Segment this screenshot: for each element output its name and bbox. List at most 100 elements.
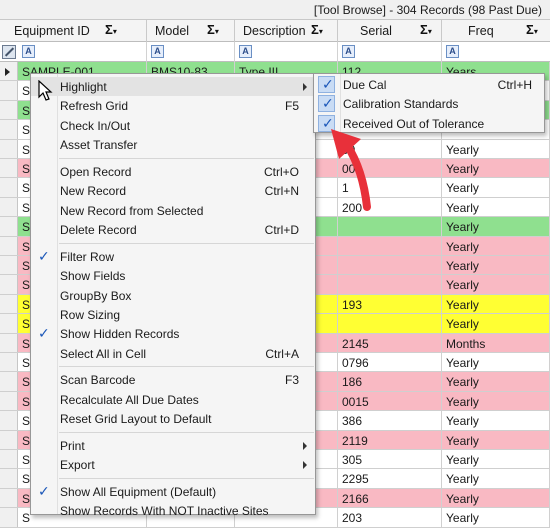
row-selector[interactable] [0,353,18,372]
filter-text-icon[interactable]: A [22,45,35,58]
row-selector[interactable] [0,178,18,197]
menu-item-check-in-out[interactable]: Check In/Out [31,116,315,135]
table-cell-freq[interactable]: Yearly [442,391,550,411]
menu-item-groupby-box[interactable]: GroupBy Box [31,286,315,305]
row-selector[interactable] [0,314,18,333]
menu-item-highlight[interactable]: Highlight [31,77,315,96]
row-selector[interactable] [0,430,18,449]
table-cell-freq[interactable]: Yearly [442,159,550,178]
filter-cell-description[interactable]: A [235,42,338,62]
filter-text-icon[interactable]: A [239,45,252,58]
table-cell-serial[interactable]: 193 [338,294,442,314]
row-selector[interactable] [0,159,18,178]
row-selector[interactable] [0,120,18,139]
row-selector[interactable] [0,197,18,217]
menu-item-new-record[interactable]: New Record Ctrl+N [31,181,315,200]
filter-cell-serial[interactable]: A [338,42,442,62]
summary-icon[interactable]: Σ▾ [105,22,117,37]
table-cell-serial[interactable]: 0015 [338,391,442,411]
table-cell-freq[interactable]: Yearly [442,139,550,158]
menu-item-show-records-with-not-inactive-sites[interactable]: Show Records With NOT Inactive Sites [31,501,315,520]
table-cell-freq[interactable]: Yearly [442,469,550,488]
row-selector[interactable] [0,391,18,411]
menu-item-reset-grid-layout-to-default[interactable]: Reset Grid Layout to Default [31,409,315,428]
menu-item-scan-barcode[interactable]: Scan Barcode F3 [31,370,315,389]
table-cell-serial[interactable]: 186 [338,372,442,391]
row-selector[interactable] [0,508,18,527]
menu-item-print[interactable]: Print [31,436,315,455]
table-cell-freq[interactable]: Yearly [442,488,550,508]
menu-item-open-record[interactable]: Open Record Ctrl+O [31,162,315,181]
summary-icon[interactable]: Σ▾ [420,22,432,37]
table-cell-serial[interactable]: 2295 [338,469,442,488]
submenu-item-due-cal[interactable]: ✓ Due Cal Ctrl+H [314,75,544,94]
table-cell-freq[interactable]: Yearly [442,508,550,527]
row-selector[interactable] [0,450,18,469]
row-selector[interactable] [0,275,18,294]
table-cell-freq[interactable]: Yearly [442,430,550,449]
summary-icon[interactable]: Σ▾ [311,22,323,37]
menu-item-new-record-from-selected[interactable]: New Record from Selected [31,201,315,220]
row-selector[interactable] [0,294,18,314]
row-selector[interactable] [0,100,18,120]
column-header-equipment-id[interactable]: Equipment ID Σ▾ [0,20,147,42]
row-selector[interactable] [0,372,18,391]
row-selector[interactable] [0,256,18,275]
table-cell-freq[interactable]: Yearly [442,217,550,236]
menu-item-show-fields[interactable]: Show Fields [31,266,315,285]
summary-icon[interactable]: Σ▾ [526,22,538,37]
table-cell-freq[interactable]: Yearly [442,275,550,294]
table-cell-serial[interactable]: 0796 [338,353,442,372]
table-cell-freq[interactable]: Yearly [442,294,550,314]
menu-item-select-all-in-cell[interactable]: Select All in Cell Ctrl+A [31,344,315,363]
row-selector[interactable] [0,411,18,430]
table-cell-serial[interactable] [338,275,442,294]
row-selector[interactable] [0,236,18,255]
table-cell-serial[interactable]: 2119 [338,430,442,449]
table-cell-freq[interactable]: Months [442,333,550,352]
table-cell-freq[interactable]: Yearly [442,178,550,197]
row-selector[interactable] [0,488,18,508]
menu-item-filter-row[interactable]: ✓ Filter Row [31,247,315,266]
row-selector[interactable] [0,469,18,488]
filter-cell-model[interactable]: A [147,42,235,62]
table-cell-freq[interactable]: Yearly [442,450,550,469]
table-cell-serial[interactable] [338,314,442,333]
filter-text-icon[interactable]: A [151,45,164,58]
menu-item-delete-record[interactable]: Delete Record Ctrl+D [31,220,315,239]
table-cell-serial[interactable] [338,256,442,275]
filter-text-icon[interactable]: A [342,45,355,58]
clear-filter-icon[interactable] [2,45,16,59]
table-cell-serial[interactable] [338,217,442,236]
table-cell-freq[interactable]: Yearly [442,314,550,333]
table-cell-freq[interactable]: Yearly [442,197,550,217]
menu-item-row-sizing[interactable]: Row Sizing [31,305,315,324]
menu-item-export[interactable]: Export [31,455,315,474]
row-selector[interactable] [0,139,18,158]
menu-item-show-hidden-records[interactable]: ✓ Show Hidden Records [31,324,315,343]
row-selector[interactable] [0,62,18,81]
filter-cell-equipment-id[interactable]: A [18,42,147,62]
menu-item-asset-transfer[interactable]: Asset Transfer [31,135,315,154]
column-header-description[interactable]: Description Σ▾ [235,20,338,42]
submenu-item-calibration-standards[interactable]: ✓ Calibration Standards [314,94,544,113]
menu-item-refresh-grid[interactable]: Refresh Grid F5 [31,96,315,115]
table-cell-freq[interactable]: Yearly [442,236,550,255]
table-cell-serial[interactable]: 386 [338,411,442,430]
table-cell-freq[interactable]: Yearly [442,411,550,430]
table-cell-serial[interactable]: 305 [338,450,442,469]
row-selector[interactable] [0,81,18,100]
table-cell-freq[interactable]: Yearly [442,256,550,275]
summary-icon[interactable]: Σ▾ [207,22,219,37]
table-cell-freq[interactable]: Yearly [442,372,550,391]
row-selector[interactable] [0,217,18,236]
table-cell-serial[interactable]: 2166 [338,488,442,508]
menu-item-recalculate-all-due-dates[interactable]: Recalculate All Due Dates [31,390,315,409]
column-header-model[interactable]: Model Σ▾ [147,20,235,42]
table-cell-serial[interactable] [338,236,442,255]
table-cell-serial[interactable]: 2145 [338,333,442,352]
filter-text-icon[interactable]: A [446,45,459,58]
menu-item-show-all-equipment-default[interactable]: ✓ Show All Equipment (Default) [31,482,315,501]
table-cell-freq[interactable]: Yearly [442,353,550,372]
column-header-serial[interactable]: Serial Σ▾ [338,20,442,42]
